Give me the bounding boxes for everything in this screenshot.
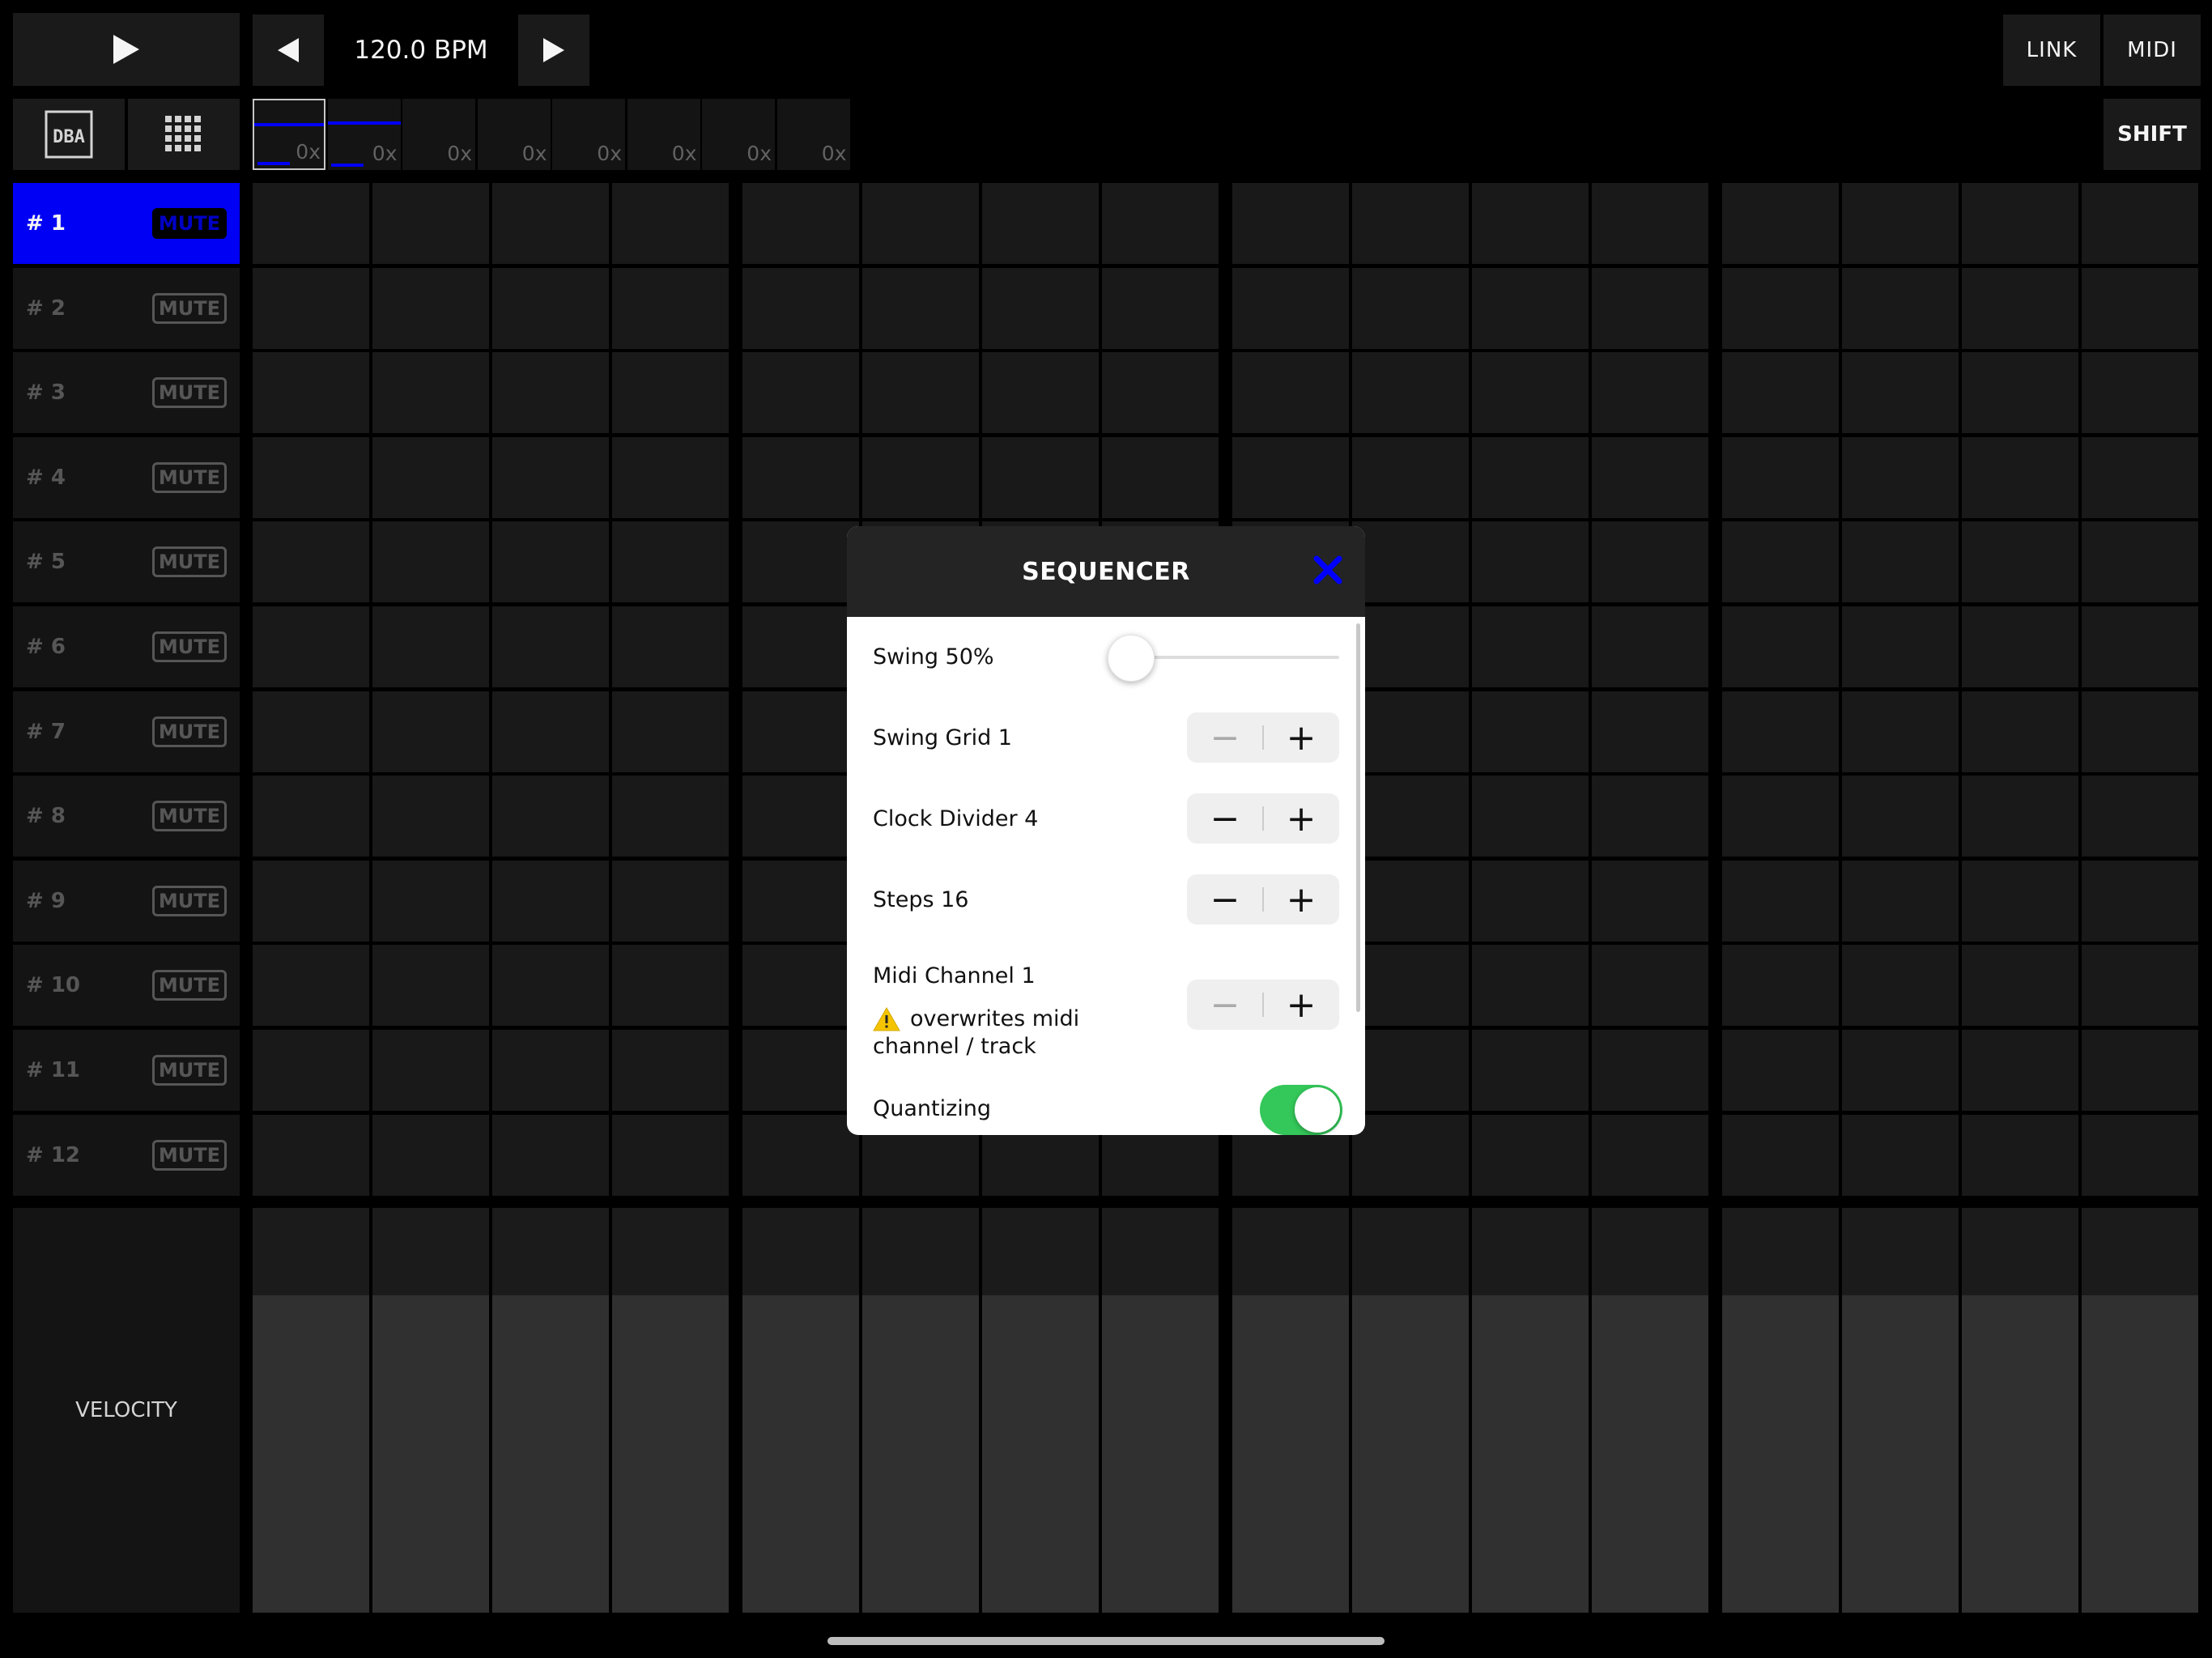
midi-channel-label: Midi Channel 1 [873, 963, 1036, 988]
steps-decrement-button[interactable]: − [1187, 874, 1263, 925]
swing-grid-increment-button[interactable]: + [1263, 712, 1339, 763]
midi-channel-warning: overwrites midi channel / track [873, 1006, 1080, 1059]
swing-slider-track[interactable] [1132, 656, 1339, 659]
midi-channel-increment-button[interactable]: + [1263, 980, 1339, 1030]
quantizing-toggle[interactable] [1260, 1085, 1342, 1135]
midi-channel-decrement-button[interactable]: − [1187, 980, 1263, 1030]
swing-grid-label: Swing Grid 1 [873, 725, 1012, 750]
home-indicator[interactable] [827, 1637, 1385, 1645]
swing-label: Swing 50% [873, 644, 994, 670]
clock-divider-stepper: − + [1187, 793, 1339, 844]
dialog-title: SEQUENCER [1022, 557, 1190, 586]
quantizing-label: Quantizing [873, 1096, 992, 1121]
steps-label: Steps 16 [873, 887, 969, 912]
sequencer-dialog: SEQUENCER Swing 50% Swing Grid 1 − + Clo… [847, 526, 1365, 1135]
close-icon[interactable] [1308, 551, 1347, 589]
dialog-scrollbar[interactable] [1356, 623, 1360, 1012]
clock-divider-decrement-button[interactable]: − [1187, 793, 1263, 844]
swing-slider-thumb[interactable] [1108, 635, 1155, 682]
clock-divider-increment-button[interactable]: + [1263, 793, 1339, 844]
midi-channel-stepper: − + [1187, 980, 1339, 1030]
toggle-knob [1295, 1087, 1340, 1133]
swing-grid-decrement-button[interactable]: − [1187, 712, 1263, 763]
dialog-header: SEQUENCER [847, 526, 1365, 617]
clock-divider-label: Clock Divider 4 [873, 806, 1039, 831]
steps-stepper: − + [1187, 874, 1339, 925]
steps-increment-button[interactable]: + [1263, 874, 1339, 925]
swing-grid-stepper: − + [1187, 712, 1339, 763]
